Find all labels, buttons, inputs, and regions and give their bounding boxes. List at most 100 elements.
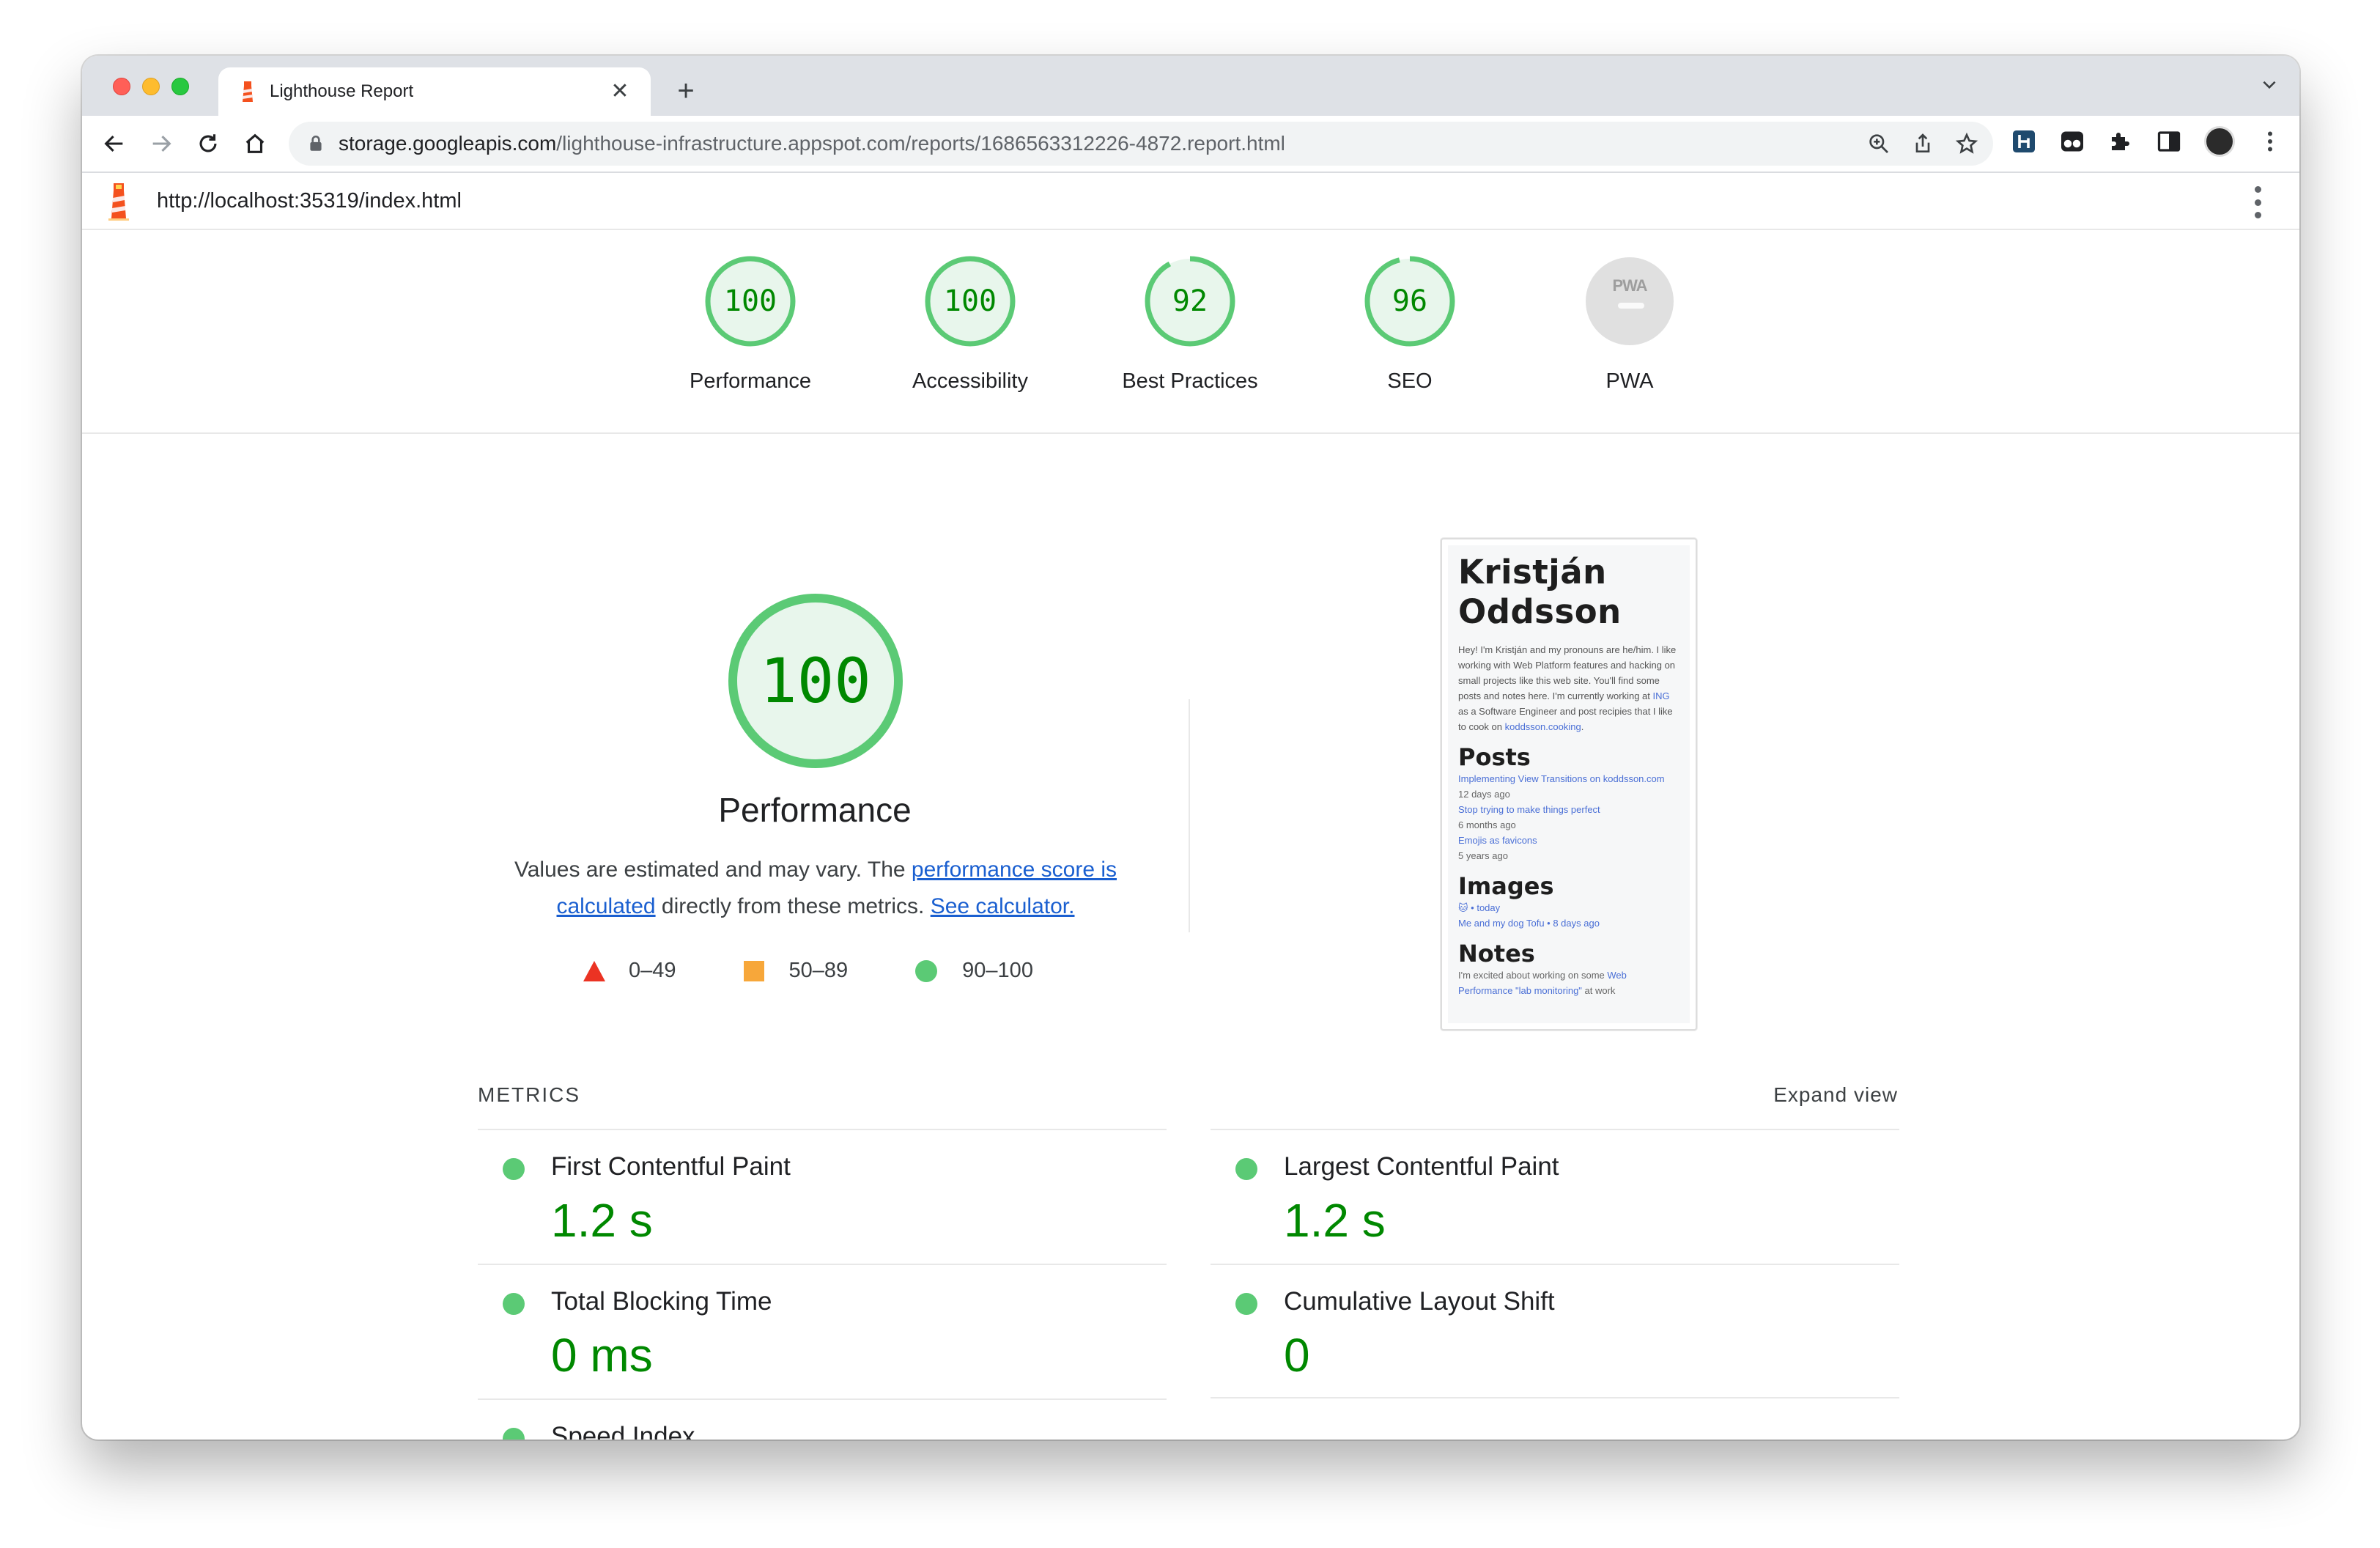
performance-description: Values are estimated and may vary. The p… [492,852,1139,925]
fail-triangle-icon [583,960,605,981]
see-calculator-link[interactable]: See calculator. [931,894,1075,918]
tab-title: Lighthouse Report [270,81,414,101]
final-screenshot[interactable]: Kristján Oddsson Hey! I'm Kristján and m… [1441,538,1697,1031]
gauge-label: Best Practices [1122,369,1258,393]
tab-strip: Lighthouse Report ✕ + [82,56,2299,116]
arrow-right-icon [152,135,171,152]
gauge-best-practices[interactable]: 92 Best Practices [1102,254,1278,394]
share-icon[interactable] [1911,132,1934,155]
gauge-pwa[interactable]: PWA PWA [1542,254,1718,394]
screenshot-bio: Hey! I'm Kristján and my pronouns are he… [1458,642,1679,734]
report-menu-kebab-icon[interactable] [2252,186,2263,218]
gauge-label: Performance [689,369,811,393]
metrics-column-left: First Contentful Paint 1.2 s Total Block… [478,1129,1167,1440]
arrow-left-icon [104,135,123,152]
image-link: Me and my dog Tofu • 8 days ago [1458,918,1600,929]
summary-divider [1189,699,1190,932]
legend-pass: 90–100 [915,959,1033,983]
gauge-label: SEO [1387,369,1433,393]
legend-range: 90–100 [962,959,1033,982]
tab-search-chevron-icon[interactable] [2260,75,2279,94]
legend-range: 50–89 [788,959,849,982]
note-text: at work [1581,985,1616,996]
legend-fail: 0–49 [583,959,676,983]
screenshot-images-heading: Images [1458,872,1554,900]
screenshot-name-line1: Kristján [1458,553,1607,591]
tab-lighthouse-report[interactable]: Lighthouse Report ✕ [218,67,651,116]
pass-circle-icon [503,1293,525,1315]
performance-title: Performance [718,791,912,829]
zoom-window-button[interactable] [171,78,189,95]
url-host: storage.googleapis.com [339,132,557,155]
metric-value: 1.2 s [1284,1194,1386,1247]
pwa-badge-icon: PWA [1586,257,1674,345]
metric-name: Total Blocking Time [551,1287,772,1316]
desc-text: Values are estimated and may vary. The [514,858,912,882]
lighthouse-favicon-icon [243,81,253,102]
gauge-seo[interactable]: 96 SEO [1322,254,1498,394]
average-square-icon [743,960,764,981]
bio-text: Hey! I'm Kristján and my pronouns are he… [1458,644,1677,701]
new-tab-button[interactable]: + [668,73,703,108]
desc-text: directly from these metrics. [655,894,931,918]
image-link: 🐱 • today [1458,902,1501,913]
bio-link-ing: ING [1652,690,1670,701]
extensions-puzzle-icon[interactable] [2107,128,2134,155]
pass-circle-icon [503,1158,525,1180]
post-link: Emojis as favicons [1458,835,1537,846]
screenshot-content: Kristján Oddsson Hey! I'm Kristján and m… [1448,545,1690,1023]
expand-view-toggle[interactable]: Expand view [1773,1083,1898,1107]
extension-h-icon[interactable] [2011,128,2037,155]
gauge-score: 100 [943,284,997,318]
screenshot-notes-heading: Notes [1458,940,1535,968]
back-button[interactable] [91,120,138,167]
pass-circle-icon [1235,1293,1257,1315]
gauge-accessibility[interactable]: 100 Accessibility [882,254,1058,394]
extension-glasses-icon[interactable] [2059,128,2085,155]
note-text: I'm excited about working on some [1458,970,1608,981]
gauge-score: 92 [1172,284,1208,318]
lighthouse-logo-icon [108,183,129,221]
metrics-title: METRICS [478,1083,580,1106]
metrics-header: METRICS Expand view [478,1083,1898,1113]
pass-circle-icon [503,1428,525,1440]
performance-gauge-large: 100 [724,589,907,773]
post-link: Stop trying to make things perfect [1458,804,1600,815]
post-link: Implementing View Transitions on koddsso… [1458,773,1665,784]
home-button[interactable] [232,120,278,167]
browser-menu-icon[interactable] [2257,128,2283,155]
home-icon [245,133,265,153]
side-panel-icon[interactable] [2156,128,2182,155]
metric-speed-index: Speed Index [478,1398,1167,1440]
reload-icon [199,134,217,152]
reload-button[interactable] [185,120,232,167]
zoom-icon[interactable] [1867,132,1891,155]
metric-value: 1.2 s [551,1194,653,1247]
screenshot-name-line2: Oddsson [1458,592,1622,631]
performance-score: 100 [760,645,871,717]
metric-first-contentful-paint: First Contentful Paint 1.2 s [478,1129,1167,1264]
gauge-score: 100 [723,284,777,318]
screenshot-note: I'm excited about working on some Web Pe… [1458,968,1679,998]
tab-close-icon[interactable]: ✕ [607,78,633,105]
lock-icon[interactable] [306,134,325,153]
gauge-score: 96 [1392,284,1428,318]
forward-button[interactable] [138,120,185,167]
url-path: /lighthouse-infrastructure.appspot.com/r… [556,132,1285,155]
address-bar[interactable]: storage.googleapis.com /lighthouse-infra… [289,122,1993,166]
post-meta: 5 years ago [1458,850,1508,861]
profile-avatar[interactable] [2204,126,2235,157]
metric-name: Cumulative Layout Shift [1284,1287,1555,1316]
screenshot-posts-heading: Posts [1458,743,1531,771]
gauge-performance[interactable]: 100 Performance [662,254,838,394]
minimize-window-button[interactable] [142,78,160,95]
metric-largest-contentful-paint: Largest Contentful Paint 1.2 s [1211,1129,1899,1264]
report-page-url: http://localhost:35319/index.html [157,188,462,213]
close-window-button[interactable] [113,78,130,95]
lighthouse-topbar: http://localhost:35319/index.html [82,173,2299,230]
metric-value: 0 ms [551,1329,653,1382]
pwa-badge-text: PWA [1612,276,1647,295]
metric-name: Speed Index [551,1422,695,1440]
bookmark-star-icon[interactable] [1955,132,1978,155]
post-meta: 12 days ago [1458,789,1510,800]
